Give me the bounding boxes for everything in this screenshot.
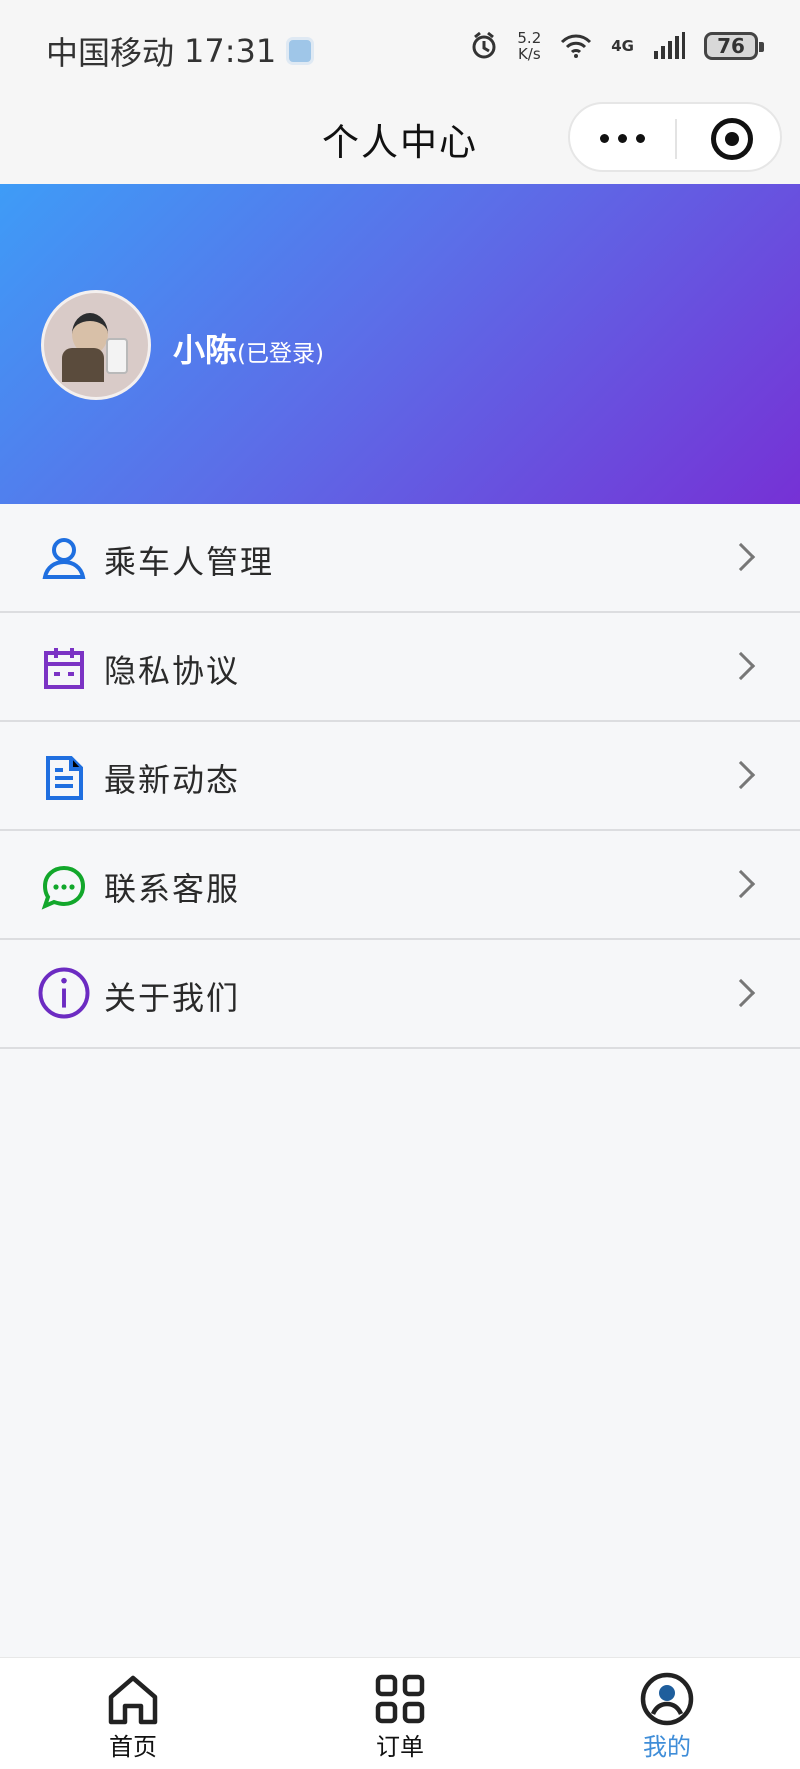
- avatar-body-graphic: [62, 348, 104, 382]
- chat-icon: [41, 865, 86, 910]
- menu-item-about-us[interactable]: 关于我们: [0, 940, 800, 1049]
- tab-label: 我的: [643, 1733, 691, 1761]
- bottom-tab-bar: 首页 订单 我的: [0, 1657, 800, 1769]
- chevron-right-icon: [726, 760, 756, 790]
- chevron-right-icon: [726, 651, 756, 681]
- tab-home[interactable]: 首页: [68, 1671, 198, 1766]
- person-icon: [42, 538, 86, 579]
- user-name: 小陈: [173, 331, 238, 369]
- chevron-right-icon: [726, 542, 756, 572]
- tab-mine[interactable]: 我的: [602, 1671, 732, 1766]
- status-bar: 中国移动 17:31 5.2 K/s 4G 76: [0, 0, 800, 100]
- navigation-bar: 个人中心: [0, 100, 800, 184]
- chevron-right-icon: [726, 869, 756, 899]
- battery-indicator: 76: [704, 32, 764, 60]
- calendar-icon: [44, 648, 84, 689]
- close-miniprogram-button[interactable]: [711, 118, 753, 160]
- tab-orders[interactable]: 订单: [335, 1671, 465, 1766]
- menu-item-label: 联系客服: [104, 870, 241, 908]
- status-left: 中国移动 17:31: [46, 28, 315, 74]
- status-right: 5.2 K/s 4G 76: [469, 29, 764, 63]
- menu-item-customer-service[interactable]: 联系客服: [0, 831, 800, 940]
- mini-program-capsule: [568, 102, 782, 172]
- menu-item-latest-news[interactable]: 最新动态: [0, 722, 800, 831]
- document-icon: [46, 756, 83, 800]
- login-status: (已登录): [237, 341, 324, 367]
- capsule-divider: [675, 119, 677, 159]
- profile-menu-list: 乘车人管理 隐私协议 最新动态 联系客服 关于我们: [0, 504, 800, 1049]
- more-button[interactable]: [600, 126, 650, 150]
- network-speed: 5.2 K/s: [517, 29, 542, 63]
- wifi-icon: [561, 34, 592, 58]
- avatar[interactable]: [41, 290, 151, 400]
- menu-item-privacy-policy[interactable]: 隐私协议: [0, 613, 800, 722]
- tab-label: 订单: [376, 1733, 424, 1761]
- info-icon: [38, 967, 90, 1019]
- user-name-block: 小陈(已登录): [173, 325, 324, 371]
- menu-item-label: 隐私协议: [104, 652, 241, 690]
- menu-item-passenger-management[interactable]: 乘车人管理: [0, 504, 800, 613]
- network-type: 4G: [611, 37, 634, 55]
- menu-item-label: 关于我们: [104, 979, 241, 1017]
- grid-icon: [375, 1674, 425, 1724]
- menu-item-label: 乘车人管理: [104, 543, 275, 581]
- user-circle-icon: [640, 1672, 694, 1726]
- menu-item-label: 最新动态: [104, 761, 241, 799]
- avatar-computer-graphic: [106, 338, 128, 374]
- status-time: 17:31: [184, 32, 277, 70]
- alarm-icon: [472, 31, 496, 59]
- home-icon: [108, 1675, 158, 1725]
- carrier-name: 中国移动: [46, 34, 175, 72]
- tab-label: 首页: [109, 1733, 157, 1761]
- chevron-right-icon: [726, 978, 756, 1008]
- app-notification-icon: [286, 37, 315, 65]
- profile-header: 小陈(已登录): [0, 184, 800, 504]
- signal-icon: [654, 32, 685, 59]
